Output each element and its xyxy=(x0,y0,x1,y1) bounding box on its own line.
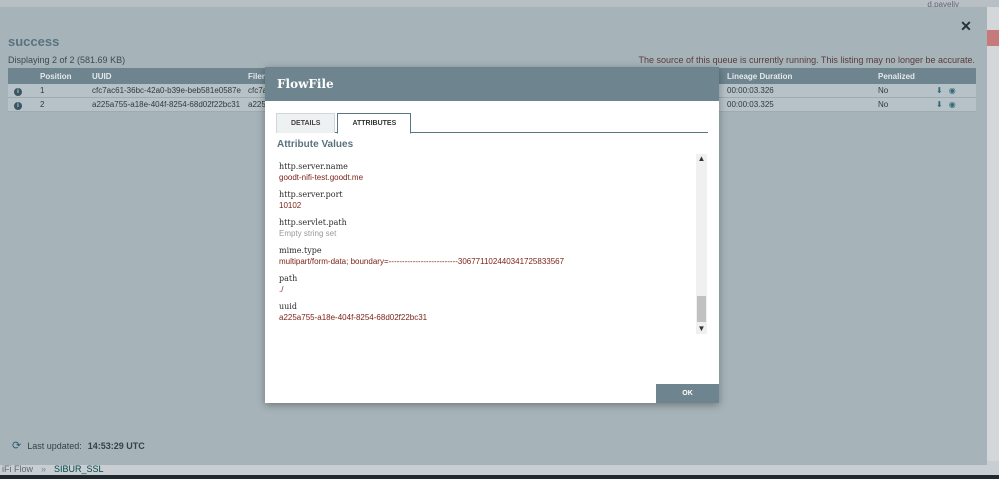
flowfile-tabs: DETAILS ATTRIBUTES xyxy=(276,113,708,134)
scrollbar-thumb[interactable] xyxy=(697,296,706,322)
col-lineage[interactable]: Lineage Duration xyxy=(723,72,878,81)
refresh-icon[interactable]: ⟳ xyxy=(12,439,21,452)
attribute-list: http.server.name goodt-nifi-test.goodt.m… xyxy=(279,161,689,329)
row-penalized: No xyxy=(878,86,889,95)
list-item: http.servlet.path Empty string set xyxy=(279,217,689,245)
chevron-down-icon[interactable]: ▼ xyxy=(696,324,707,334)
list-item: http.server.name goodt-nifi-test.goodt.m… xyxy=(279,161,689,189)
tab-details[interactable]: DETAILS xyxy=(276,113,336,133)
ok-button[interactable]: OK xyxy=(656,384,719,403)
attribute-value: Empty string set xyxy=(279,229,337,238)
flowfile-dialog-title: FlowFile xyxy=(277,77,334,91)
attribute-value: ./ xyxy=(279,285,284,294)
attribute-name: mime.type xyxy=(279,246,322,255)
breadcrumb-current[interactable]: SIBUR_SSL xyxy=(54,464,104,474)
row-penalized: No xyxy=(878,100,889,109)
attribute-value: multipart/form-data; boundary=----------… xyxy=(279,257,565,266)
attribute-name: uuid xyxy=(279,302,297,311)
attribute-value: a225a755-a18e-404f-8254-68d02f22bc31 xyxy=(279,313,428,322)
queue-warning: The source of this queue is currently ru… xyxy=(638,55,975,65)
row-lineage: 00:00:03.325 xyxy=(727,100,774,109)
col-penalized[interactable]: Penalized xyxy=(878,72,936,81)
close-icon[interactable]: ✕ xyxy=(958,18,974,34)
breadcrumb-separator: » xyxy=(41,464,47,474)
breadcrumb-root[interactable]: iFi Flow xyxy=(2,464,33,474)
attribute-list-container[interactable]: http.server.name goodt-nifi-test.goodt.m… xyxy=(277,154,708,334)
col-position[interactable]: Position xyxy=(28,72,84,81)
eye-icon[interactable]: ◉ xyxy=(949,86,956,95)
download-icon[interactable]: ⬇ xyxy=(936,100,943,109)
list-item: uuid a225a755-a18e-404f-8254-68d02f22bc3… xyxy=(279,301,689,329)
attribute-value: 10102 xyxy=(279,201,302,210)
list-item: path ./ xyxy=(279,273,689,301)
info-icon[interactable]: i xyxy=(14,101,22,110)
app-bottom-edge xyxy=(0,475,999,479)
row-uuid: a225a755-a18e-404f-8254-68d02f22bc31 xyxy=(92,100,241,109)
tab-attributes[interactable]: ATTRIBUTES xyxy=(337,113,412,134)
attribute-name: http.server.name xyxy=(279,162,348,171)
last-updated-time: 14:53:29 UTC xyxy=(87,440,145,451)
flowfile-dialog-header: FlowFile xyxy=(265,67,719,101)
queue-count: Displaying 2 of 2 (581.69 KB) xyxy=(8,55,126,65)
app-side-badge xyxy=(987,30,999,46)
attribute-value: goodt-nifi-test.goodt.me xyxy=(279,173,364,182)
list-item: http.server.port 10102 xyxy=(279,189,689,217)
attribute-name: http.servlet.path xyxy=(279,218,347,227)
info-icon[interactable]: i xyxy=(14,87,22,96)
row-position: 2 xyxy=(40,100,45,109)
attribute-name: http.server.port xyxy=(279,190,343,199)
attribute-values-title: Attribute Values xyxy=(277,139,354,150)
eye-icon[interactable]: ◉ xyxy=(949,100,956,109)
row-position: 1 xyxy=(40,86,45,95)
col-uuid[interactable]: UUID xyxy=(84,72,242,81)
app-toolbar xyxy=(0,0,999,7)
row-uuid: cfc7ac61-36bc-42a0-b39e-beb581e0587e xyxy=(92,86,242,95)
attribute-scrollbar[interactable]: ▲ ▼ xyxy=(696,154,707,334)
download-icon[interactable]: ⬇ xyxy=(936,86,943,95)
last-updated: ⟳ Last updated: 14:53:29 UTC xyxy=(12,439,145,452)
chevron-up-icon[interactable]: ▲ xyxy=(696,154,707,164)
last-updated-label: Last updated: xyxy=(27,440,82,451)
list-item: mime.type multipart/form-data; boundary=… xyxy=(279,245,689,273)
flowfile-dialog: FlowFile DETAILS ATTRIBUTES Attribute Va… xyxy=(265,67,719,403)
row-lineage: 00:00:03.326 xyxy=(727,86,774,95)
attribute-name: path xyxy=(279,274,298,283)
queue-title: success xyxy=(8,34,60,49)
